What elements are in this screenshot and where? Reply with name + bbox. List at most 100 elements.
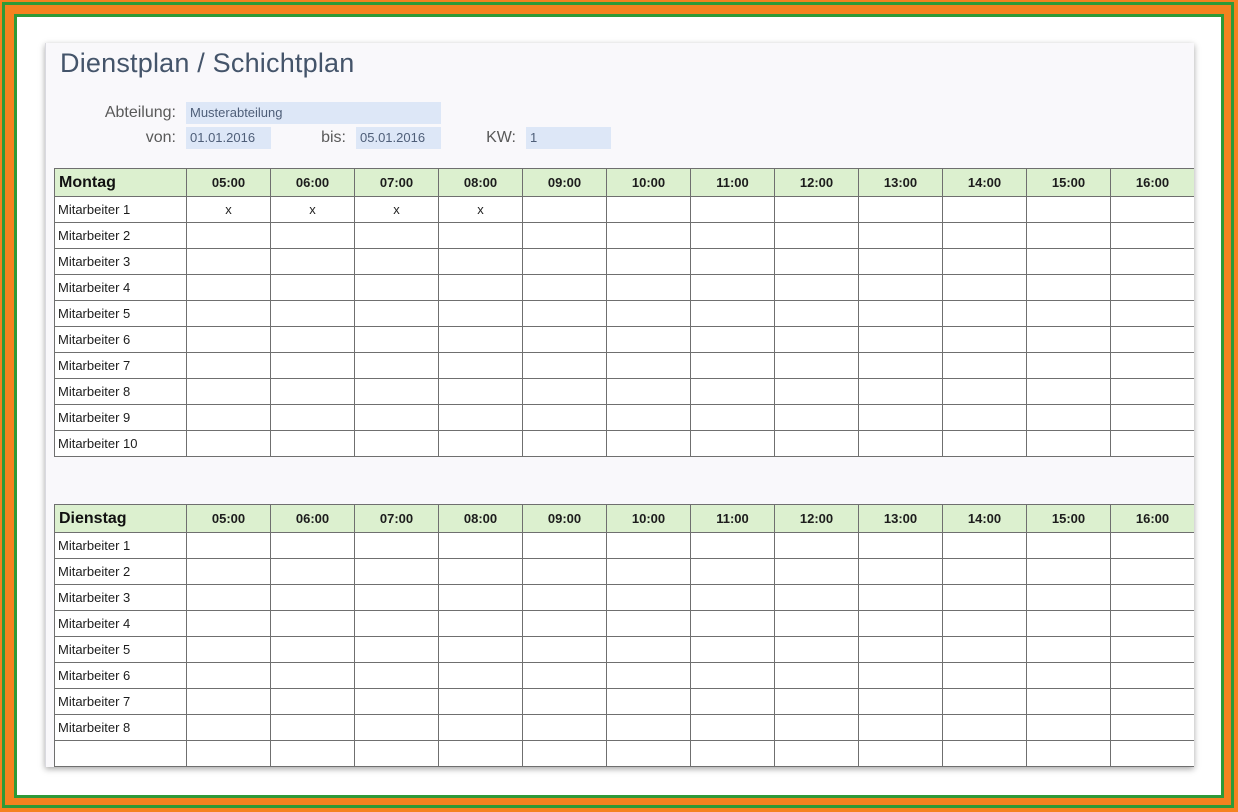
shift-cell[interactable] [354, 222, 439, 249]
shift-cell[interactable] [522, 326, 607, 353]
shift-cell[interactable] [774, 430, 859, 457]
shift-cell[interactable] [1110, 662, 1194, 689]
shift-cell[interactable] [774, 326, 859, 353]
shift-cell[interactable] [858, 326, 943, 353]
shift-cell[interactable] [606, 274, 691, 301]
shift-cell[interactable] [354, 740, 439, 767]
shift-cell[interactable] [270, 300, 355, 327]
shift-cell[interactable] [1026, 610, 1111, 637]
shift-cell[interactable] [942, 532, 1027, 559]
shift-cell[interactable] [942, 714, 1027, 741]
shift-cell[interactable] [354, 610, 439, 637]
shift-cell[interactable] [270, 404, 355, 431]
shift-cell[interactable]: x [270, 196, 355, 223]
shift-cell[interactable] [1110, 688, 1194, 715]
shift-cell[interactable] [354, 326, 439, 353]
shift-cell[interactable] [690, 248, 775, 275]
shift-cell[interactable] [774, 378, 859, 405]
shift-cell[interactable] [858, 688, 943, 715]
shift-cell[interactable] [942, 610, 1027, 637]
shift-cell[interactable] [1026, 740, 1111, 767]
shift-cell[interactable] [690, 662, 775, 689]
shift-cell[interactable] [186, 352, 271, 379]
shift-cell[interactable] [774, 274, 859, 301]
shift-cell[interactable] [1026, 222, 1111, 249]
shift-cell[interactable] [522, 584, 607, 611]
shift-cell[interactable] [1026, 326, 1111, 353]
shift-cell[interactable] [690, 300, 775, 327]
shift-cell[interactable] [690, 222, 775, 249]
shift-cell[interactable] [522, 740, 607, 767]
shift-cell[interactable] [1026, 714, 1111, 741]
shift-cell[interactable]: x [354, 196, 439, 223]
shift-cell[interactable] [942, 584, 1027, 611]
shift-cell[interactable] [690, 378, 775, 405]
shift-cell[interactable] [858, 430, 943, 457]
shift-cell[interactable] [270, 326, 355, 353]
shift-cell[interactable] [354, 714, 439, 741]
shift-cell[interactable] [270, 636, 355, 663]
kw-field[interactable]: 1 [526, 127, 611, 149]
shift-cell[interactable] [1026, 352, 1111, 379]
shift-cell[interactable] [1110, 636, 1194, 663]
shift-cell[interactable] [942, 662, 1027, 689]
shift-cell[interactable] [942, 378, 1027, 405]
shift-cell[interactable] [858, 274, 943, 301]
shift-cell[interactable] [774, 610, 859, 637]
shift-cell[interactable] [1110, 404, 1194, 431]
shift-cell[interactable] [858, 558, 943, 585]
shift-cell[interactable] [438, 352, 523, 379]
shift-cell[interactable] [438, 558, 523, 585]
shift-cell[interactable] [1110, 558, 1194, 585]
shift-cell[interactable] [774, 636, 859, 663]
shift-cell[interactable] [606, 352, 691, 379]
shift-cell[interactable] [186, 326, 271, 353]
shift-cell[interactable] [858, 378, 943, 405]
shift-cell[interactable] [438, 274, 523, 301]
shift-cell[interactable] [438, 740, 523, 767]
shift-cell[interactable] [1026, 584, 1111, 611]
shift-cell[interactable] [774, 558, 859, 585]
shift-cell[interactable] [606, 636, 691, 663]
shift-cell[interactable] [858, 196, 943, 223]
shift-cell[interactable] [1110, 274, 1194, 301]
shift-cell[interactable] [690, 326, 775, 353]
shift-cell[interactable] [354, 352, 439, 379]
shift-cell[interactable] [606, 404, 691, 431]
shift-cell[interactable] [438, 584, 523, 611]
von-field[interactable]: 01.01.2016 [186, 127, 271, 149]
shift-cell[interactable] [270, 714, 355, 741]
shift-cell[interactable] [1026, 404, 1111, 431]
shift-cell[interactable] [270, 532, 355, 559]
shift-cell[interactable] [942, 636, 1027, 663]
shift-cell[interactable] [438, 610, 523, 637]
shift-cell[interactable] [186, 636, 271, 663]
shift-cell[interactable] [522, 222, 607, 249]
shift-cell[interactable] [606, 740, 691, 767]
shift-cell[interactable] [606, 326, 691, 353]
shift-cell[interactable] [858, 532, 943, 559]
shift-cell[interactable] [270, 274, 355, 301]
shift-cell[interactable] [690, 610, 775, 637]
shift-cell[interactable] [438, 326, 523, 353]
shift-cell[interactable] [270, 222, 355, 249]
shift-cell[interactable] [522, 196, 607, 223]
shift-cell[interactable] [522, 430, 607, 457]
shift-cell[interactable] [522, 532, 607, 559]
shift-cell[interactable] [354, 636, 439, 663]
shift-cell[interactable] [186, 430, 271, 457]
shift-cell[interactable] [606, 378, 691, 405]
shift-cell[interactable] [1110, 584, 1194, 611]
shift-cell[interactable] [858, 404, 943, 431]
shift-cell[interactable] [270, 610, 355, 637]
shift-cell[interactable] [270, 430, 355, 457]
shift-cell[interactable] [606, 430, 691, 457]
shift-cell[interactable] [774, 404, 859, 431]
shift-cell[interactable] [606, 584, 691, 611]
shift-cell[interactable] [186, 274, 271, 301]
shift-cell[interactable] [1110, 248, 1194, 275]
shift-cell[interactable] [438, 378, 523, 405]
shift-cell[interactable] [1110, 610, 1194, 637]
shift-cell[interactable]: x [438, 196, 523, 223]
shift-cell[interactable] [522, 300, 607, 327]
